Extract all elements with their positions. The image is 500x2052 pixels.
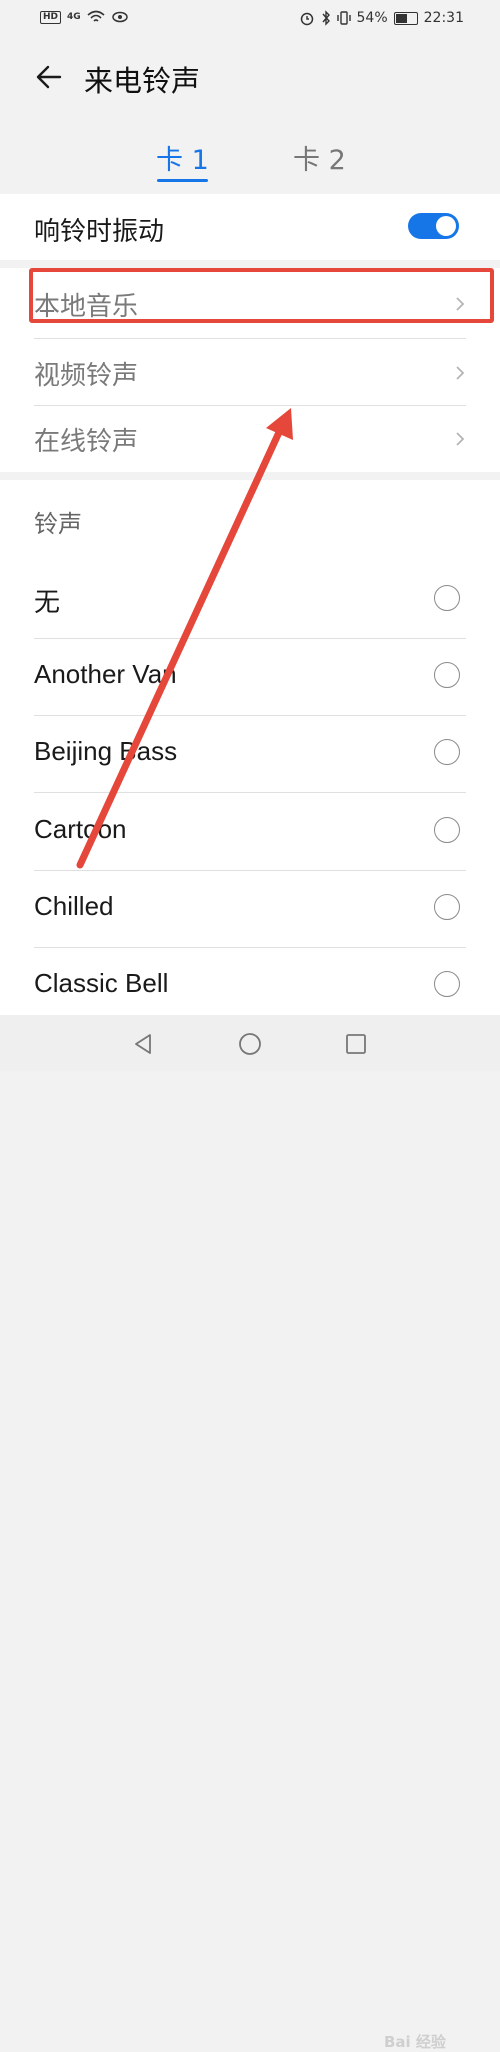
status-bar: HD 4G 54% 22:31 [0, 0, 500, 36]
source-label: 在线铃声 [34, 427, 139, 457]
ringtone-item-cartoon[interactable]: Cartoon [34, 794, 466, 871]
system-nav-bar: Bai 经验 [0, 1015, 500, 2051]
radio-button[interactable] [434, 894, 460, 920]
battery-icon [393, 11, 418, 25]
radio-button[interactable] [434, 585, 460, 611]
chevron-right-icon [456, 297, 465, 311]
ringtone-item-classic-bell[interactable]: Classic Bell [34, 948, 466, 1025]
status-right: 54% 22:31 [299, 10, 464, 26]
ringtone-item-chilled[interactable]: Chilled [34, 871, 466, 948]
ringtone-label: Chilled [34, 891, 114, 921]
alarm-icon [300, 12, 313, 26]
bluetooth-icon [321, 10, 330, 26]
divider [34, 338, 466, 339]
hd-badge: HD [40, 10, 62, 24]
nav-home-icon[interactable] [238, 1032, 262, 1056]
source-item-video-ringtone[interactable]: 视频铃声 [34, 340, 466, 406]
ringtone-item-another-van[interactable]: Another Van [34, 639, 466, 716]
chevron-right-icon [456, 432, 465, 446]
chevron-right-icon [456, 366, 465, 380]
ringtone-label: 无 [34, 587, 61, 617]
vibrate-card: 响铃时振动 [0, 194, 500, 260]
battery-percent: 54% [356, 10, 388, 26]
section-title: 铃声 [34, 510, 82, 538]
ringtone-item-none[interactable]: 无 [34, 562, 466, 639]
tab-sim-1[interactable]: 卡 1 [156, 138, 209, 177]
source-label: 视频铃声 [34, 361, 139, 391]
status-left: HD 4G [40, 10, 129, 24]
radio-button[interactable] [434, 817, 460, 843]
vibrate-icon [336, 11, 351, 25]
source-item-online-ringtone[interactable]: 在线铃声 [34, 406, 466, 472]
wifi-icon [87, 10, 105, 22]
ringtone-label: Beijing Bass [34, 736, 178, 766]
nav-back-icon[interactable] [132, 1032, 154, 1056]
divider [34, 792, 466, 793]
page-title: 来电铃声 [84, 64, 201, 98]
nav-recent-icon[interactable] [345, 1032, 367, 1056]
ringtone-label: Cartoon [34, 814, 127, 844]
network-type: 4G [67, 12, 81, 22]
source-item-local-music[interactable]: 本地音乐 [34, 271, 466, 337]
clock: 22:31 [423, 10, 464, 26]
ringtone-label: Classic Bell [34, 968, 169, 998]
ringtone-item-beijing-bass[interactable]: Beijing Bass [34, 716, 466, 793]
sources-card: 本地音乐 视频铃声 在线铃声 [0, 268, 500, 472]
radio-button[interactable] [434, 739, 460, 765]
radio-button[interactable] [434, 971, 460, 997]
tab-indicator [157, 179, 208, 182]
ringtone-label: Another Van [34, 659, 177, 689]
watermark: Bai 经验 [384, 2033, 446, 2051]
eye-icon [111, 11, 128, 23]
sim-tabs: 卡 1 卡 2 [0, 128, 500, 188]
ringtones-card: 铃声 无 Another Van Beijing Bass Cartoon Ch… [0, 480, 500, 1016]
battery-fill [395, 13, 407, 23]
source-label: 本地音乐 [34, 292, 139, 322]
radio-button[interactable] [434, 662, 460, 688]
vibrate-label: 响铃时振动 [34, 217, 165, 247]
header: 来电铃声 [0, 48, 500, 108]
toggle-knob [436, 216, 456, 236]
back-arrow-icon[interactable] [34, 62, 64, 92]
vibrate-toggle[interactable] [408, 213, 459, 239]
tab-sim-2[interactable]: 卡 2 [293, 138, 346, 177]
